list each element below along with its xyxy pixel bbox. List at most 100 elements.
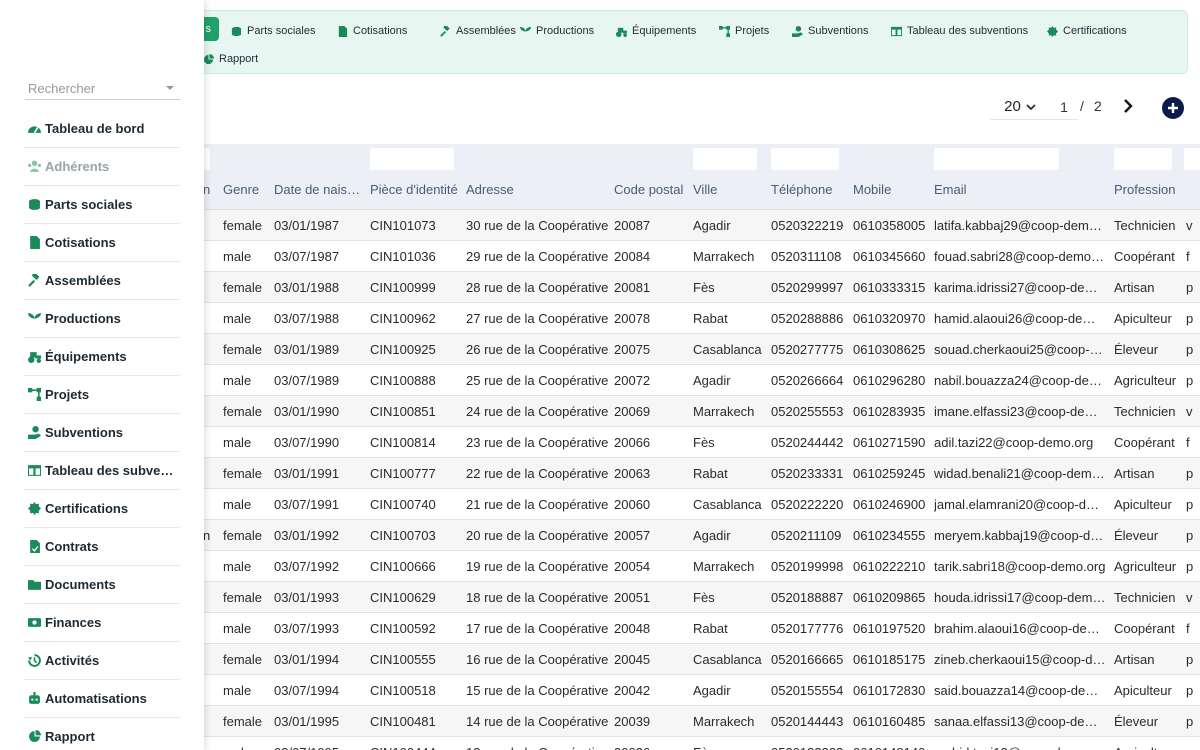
cell-genre: male bbox=[223, 249, 252, 264]
cell-mobile: 0610283935 bbox=[853, 404, 926, 419]
cell-email: houda.idrissi17@coop-demo.org bbox=[934, 590, 1106, 605]
cell-tel: 0520211109 bbox=[771, 528, 842, 543]
cell-p: n bbox=[203, 528, 211, 543]
add-member-button[interactable] bbox=[1162, 97, 1184, 119]
current-page-input[interactable]: 1 bbox=[1050, 94, 1078, 120]
cell-mobile: 0610148140 bbox=[853, 745, 929, 750]
nav-item-parts-sociales[interactable]: Parts sociales bbox=[231, 21, 315, 41]
cell-date: 03/07/1995 bbox=[274, 745, 362, 750]
cell-genre: male bbox=[223, 559, 252, 574]
sidebar-item-documents[interactable]: Documents bbox=[24, 566, 180, 604]
cell-adresse: 28 rue de la Coopérative bbox=[466, 280, 609, 295]
sidebar-item-label: Assemblées bbox=[45, 273, 121, 288]
cell-extra: p bbox=[1186, 528, 1194, 543]
sidebar-item-subventions[interactable]: Subventions bbox=[24, 414, 180, 452]
sidebar-item-tableau-de-bord[interactable]: Tableau de bord bbox=[24, 110, 180, 148]
sidebar-item-productions[interactable]: Productions bbox=[24, 300, 180, 338]
table-icon bbox=[28, 465, 41, 476]
cell-profession: Artisan bbox=[1114, 466, 1155, 481]
cell-adresse: 24 rue de la Coopérative bbox=[466, 404, 609, 419]
sidebar-search-select[interactable]: Rechercher bbox=[25, 78, 180, 100]
cell-extra: v bbox=[1186, 218, 1193, 233]
column-header-profession[interactable]: Profession bbox=[1114, 182, 1184, 197]
cell-profession: Agriculteur bbox=[1114, 745, 1180, 750]
sidebar-item--quipements[interactable]: Équipements bbox=[24, 338, 180, 376]
nav-item-subventions[interactable]: Subventions bbox=[792, 21, 869, 41]
nav-item-productions[interactable]: Productions bbox=[520, 21, 594, 41]
nav-item-assembl-es[interactable]: Assemblées bbox=[440, 21, 516, 41]
column-filter-input[interactable] bbox=[1114, 148, 1172, 170]
sidebar-item-finances[interactable]: Finances bbox=[24, 604, 180, 642]
sidebar-item-projets[interactable]: Projets bbox=[24, 376, 180, 414]
cell-piece: CIN100777 bbox=[370, 466, 436, 481]
cell-profession: Agriculteur bbox=[1114, 373, 1177, 388]
column-filter-input[interactable] bbox=[693, 148, 757, 170]
sidebar-item-adh-rents[interactable]: Adhérents bbox=[24, 148, 180, 186]
sidebar-item-certifications[interactable]: Certifications bbox=[24, 490, 180, 528]
cell-date: 03/01/1995 bbox=[274, 714, 340, 729]
nav-item-certifications[interactable]: Certifications bbox=[1047, 21, 1127, 41]
sidebar-item-rapport[interactable]: Rapport bbox=[24, 718, 180, 750]
column-filter-input[interactable] bbox=[771, 148, 839, 170]
nav-item-tableau-des-subventions[interactable]: Tableau des subventions bbox=[891, 21, 1028, 41]
column-header-partial[interactable]: n bbox=[203, 182, 219, 197]
column-filter-input[interactable] bbox=[934, 148, 1059, 170]
cell-email: sanaa.elfassi13@coop-demo.org bbox=[934, 714, 1106, 729]
cell-tel: 0520177776 bbox=[771, 621, 844, 636]
column-header-mobile[interactable]: Mobile bbox=[853, 182, 933, 197]
cell-piece: CIN100481 bbox=[370, 714, 436, 729]
cell-ville: Marrakech bbox=[693, 714, 755, 729]
column-header-piece[interactable]: Pièce d'identité bbox=[370, 182, 464, 197]
sidebar-item-assembl-es[interactable]: Assemblées bbox=[24, 262, 180, 300]
cell-profession: Coopérant bbox=[1114, 621, 1175, 636]
contract-icon bbox=[30, 540, 40, 553]
page-size-select[interactable]: 20 bbox=[990, 94, 1050, 120]
column-header-adresse[interactable]: Adresse bbox=[466, 182, 613, 197]
cell-extra: p bbox=[1186, 559, 1194, 574]
cell-extra: p bbox=[1186, 311, 1194, 326]
column-header-date[interactable]: Date de naissance bbox=[274, 182, 362, 197]
column-header-tel[interactable]: Téléphone bbox=[771, 182, 851, 197]
cell-mobile: 0610271590 bbox=[853, 435, 926, 450]
sidebar-item-contrats[interactable]: Contrats bbox=[24, 528, 180, 566]
cell-extra: p bbox=[1186, 652, 1194, 667]
column-header-email[interactable]: Email bbox=[934, 182, 1110, 197]
cell-ville: Fès bbox=[693, 745, 765, 750]
page-separator: / bbox=[1080, 98, 1084, 114]
cell-genre: female bbox=[223, 652, 263, 667]
cell-date: 03/07/1994 bbox=[274, 683, 340, 698]
cell-mobile: 0610358005 bbox=[853, 218, 926, 233]
nav-item-label: Assemblées bbox=[456, 25, 516, 37]
nav-item-projets[interactable]: Projets bbox=[719, 21, 769, 41]
sidebar-item-parts-sociales[interactable]: Parts sociales bbox=[24, 186, 180, 224]
cell-ville: Rabat bbox=[693, 621, 728, 636]
nav-item--quipements[interactable]: Équipements bbox=[616, 21, 696, 41]
column-header-ville[interactable]: Ville bbox=[693, 182, 769, 197]
certificate-icon bbox=[28, 502, 41, 515]
cell-genre: female bbox=[223, 590, 263, 605]
sidebar-item-automatisations[interactable]: Automatisations bbox=[24, 680, 180, 718]
cell-email: latifa.kabbaj29@coop-demo.org bbox=[934, 218, 1106, 233]
chevron-right-icon[interactable] bbox=[1120, 96, 1136, 116]
cell-genre: male bbox=[223, 683, 252, 698]
sidebar-item-activit-s[interactable]: Activités bbox=[24, 642, 180, 680]
sidebar-item-tableau-des-subventions[interactable]: Tableau des subventions bbox=[24, 452, 180, 490]
cell-adresse: 15 rue de la Coopérative bbox=[466, 683, 609, 698]
nav-item-rapport[interactable]: Rapport bbox=[203, 49, 258, 69]
cell-date: 03/01/1988 bbox=[274, 280, 340, 295]
column-filter-input[interactable] bbox=[370, 148, 454, 170]
sidebar-item-label: Tableau de bord bbox=[45, 121, 145, 136]
cell-adresse: 29 rue de la Coopérative bbox=[466, 249, 609, 264]
sidebar-item-cotisations[interactable]: Cotisations bbox=[24, 224, 180, 262]
column-header-cp[interactable]: Code postal bbox=[614, 182, 690, 197]
cell-email: hamid.alaoui26@coop-demo.org bbox=[934, 311, 1106, 326]
nav-item-cotisations[interactable]: Cotisations bbox=[337, 21, 407, 41]
column-filter-input[interactable] bbox=[1184, 148, 1200, 170]
cell-ville: Fès bbox=[693, 280, 715, 295]
column-header-genre[interactable]: Genre bbox=[223, 182, 272, 197]
nav-item-label: Tableau des subventions bbox=[907, 25, 1029, 37]
cell-ville: Agadir bbox=[693, 218, 731, 233]
cell-email: meryem.kabbaj19@coop-demo.org bbox=[934, 528, 1106, 543]
cell-cp: 20048 bbox=[614, 621, 651, 636]
cell-cp: 20087 bbox=[614, 218, 651, 233]
